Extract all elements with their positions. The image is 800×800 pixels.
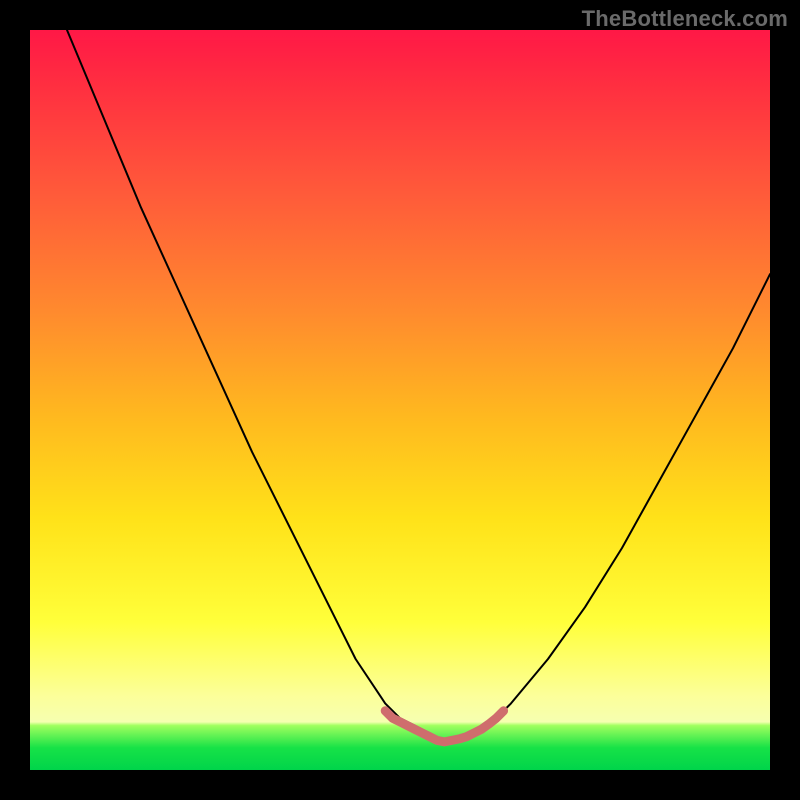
bottleneck-curve — [67, 30, 770, 740]
optimal-marker — [385, 711, 503, 742]
chart-container: TheBottleneck.com — [0, 0, 800, 800]
chart-svg — [30, 30, 770, 770]
watermark-text: TheBottleneck.com — [582, 6, 788, 32]
plot-area — [30, 30, 770, 770]
